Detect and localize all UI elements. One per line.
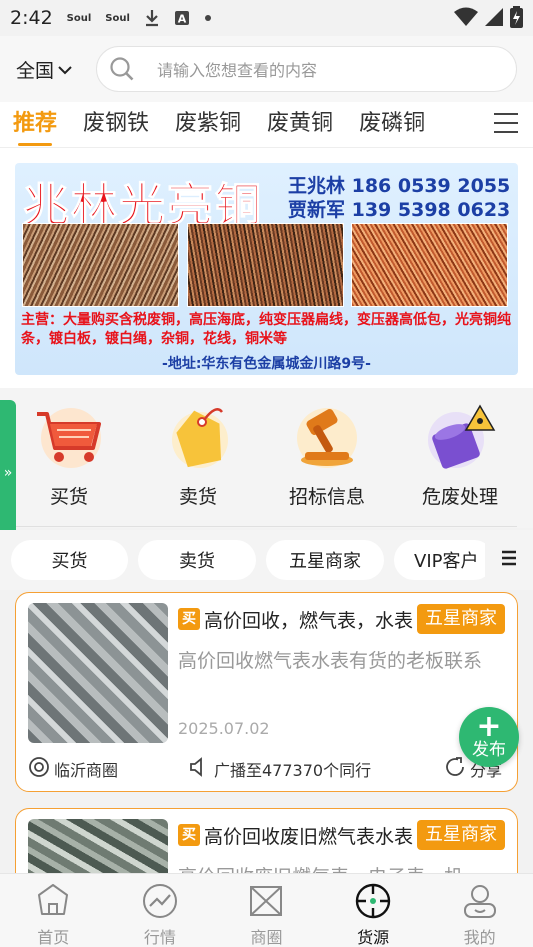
speaker-icon: [188, 756, 210, 782]
download-icon: [144, 9, 160, 27]
filter-chips: 买货 卖货 五星商家 VIP客户: [0, 530, 533, 590]
copper-wire-photo: [187, 223, 344, 307]
region-selector[interactable]: 全国: [16, 56, 92, 83]
quick-hazard-label: 危废处理: [421, 486, 498, 508]
circle-icon: [28, 756, 50, 782]
menu-icon: [501, 550, 517, 570]
tab-scrap-red-copper[interactable]: 废紫铜: [162, 102, 254, 147]
status-bar: 2:42 Soul Soul A: [0, 0, 533, 36]
buy-tag: 买: [178, 824, 200, 846]
quick-actions: 买货 卖货 招标信息 危废处理: [0, 388, 533, 528]
five-star-badge: 五星商家: [417, 820, 505, 850]
tab-scrap-phosphor-copper[interactable]: 废磷铜: [346, 102, 438, 147]
search-row: 全国 请输入您想查看的内容: [0, 36, 533, 102]
banner-address: -地址:华东有色金属城金川路9号-: [162, 356, 371, 372]
quick-tender-label: 招标信息: [288, 486, 365, 508]
quick-buy-label: 买货: [49, 486, 88, 508]
battery-icon: [510, 6, 523, 32]
trend-chart-icon: [141, 882, 179, 920]
font-app-icon: A: [174, 10, 190, 26]
nav-circle-label: 商圈: [250, 928, 283, 947]
signal-icon: [484, 7, 504, 31]
chip-five-star[interactable]: 五星商家: [266, 540, 384, 580]
banner-contact-2: 贾新军 139 5398 0623: [288, 199, 511, 221]
home-icon: [34, 882, 72, 920]
share-icon: [444, 756, 466, 782]
nav-profile-label: 我的: [463, 928, 496, 947]
nav-supply[interactable]: 货源: [320, 874, 427, 947]
category-tabs: 推荐 废钢铁 废紫铜 废黄铜 废磷铜: [0, 102, 533, 148]
publish-button[interactable]: + 发布: [459, 707, 519, 767]
listing-date: 2025.07.02: [178, 719, 270, 738]
tab-recommend[interactable]: 推荐: [0, 102, 70, 147]
status-time: 2:42: [10, 7, 53, 29]
broadcast-info: 广播至477370个同行: [188, 756, 371, 782]
tab-scrap-steel[interactable]: 废钢铁: [70, 102, 162, 147]
bottom-nav: 首页 行情 商圈 货源 我的: [0, 873, 533, 947]
ad-banner[interactable]: 兆林光亮铜 王兆林 186 0539 2055 贾新军 139 5398 062…: [15, 163, 518, 375]
tab-menu-button[interactable]: [479, 102, 533, 147]
wifi-icon: [454, 7, 478, 31]
search-placeholder: 请输入您想查看的内容: [157, 61, 318, 80]
copper-wire-photo: [351, 223, 508, 307]
listing-title: 高价回收废旧燃气表水表: [204, 826, 414, 848]
business-circle-label: 临沂商圈: [54, 761, 119, 780]
five-star-badge: 五星商家: [417, 604, 505, 634]
banner-contact-1: 王兆林 186 0539 2055: [288, 175, 511, 197]
side-drawer-handle[interactable]: »: [0, 400, 16, 546]
nav-home[interactable]: 首页: [0, 874, 107, 947]
chip-buy[interactable]: 买货: [11, 540, 128, 580]
chip-sell[interactable]: 卖货: [138, 540, 256, 580]
svg-text:A: A: [178, 13, 187, 26]
nav-market-label: 行情: [143, 928, 176, 947]
broadcast-label: 广播至477370个同行: [214, 761, 372, 780]
search-icon: [109, 56, 135, 82]
chips-menu-button[interactable]: [485, 540, 533, 580]
hazard-barrel-icon: [422, 402, 498, 472]
auction-hammer-icon: [289, 402, 365, 472]
banner-description: 主营：大量购买含税废铜，高压海底，纯变压器扁线，变压器高低包，光亮铜纯条，镀白板…: [21, 312, 511, 347]
publish-label: 发布: [472, 740, 506, 760]
copper-wire-photo: [22, 223, 179, 307]
banner-section: 兆林光亮铜 王兆林 186 0539 2055 贾新军 139 5398 062…: [0, 148, 533, 388]
nav-circle[interactable]: 商圈: [213, 874, 320, 947]
quick-tender[interactable]: 招标信息: [277, 402, 377, 509]
listing-footer: 临沂商圈 广播至477370个同行 分享: [16, 748, 517, 790]
plus-icon: +: [476, 709, 502, 744]
business-circle-link[interactable]: 临沂商圈: [28, 756, 118, 782]
menu-icon: [493, 112, 519, 138]
search-input[interactable]: 请输入您想查看的内容: [96, 46, 517, 92]
buy-tag: 买: [178, 608, 200, 630]
user-icon: [461, 882, 499, 920]
chevron-down-icon: [58, 58, 72, 80]
nav-profile[interactable]: 我的: [426, 874, 533, 947]
soul-notification: Soul: [66, 12, 92, 24]
nav-supply-label: 货源: [357, 928, 390, 947]
quick-sell[interactable]: 卖货: [148, 402, 248, 509]
network-icon: [247, 882, 285, 920]
quick-buy[interactable]: 买货: [19, 402, 119, 509]
crosshair-icon: [354, 882, 392, 920]
dot-icon: [204, 14, 212, 22]
listing-description: 高价回收燃气表水表有货的老板联系: [178, 650, 483, 672]
quick-hazard[interactable]: 危废处理: [410, 402, 510, 509]
nav-home-label: 首页: [37, 928, 70, 947]
listing-title: 高价回收，燃气表，水表: [204, 610, 414, 632]
listing-photo: [28, 603, 168, 743]
quick-sell-label: 卖货: [178, 486, 217, 508]
price-tag-icon: [160, 402, 236, 472]
divider: [16, 526, 517, 527]
listing-card[interactable]: 买 高价回收，燃气表，水表 五星商家 高价回收燃气表水表有货的老板联系 2025…: [15, 592, 518, 792]
chip-vip[interactable]: VIP客户: [394, 540, 494, 580]
soul-notification: Soul: [105, 12, 130, 24]
nav-market[interactable]: 行情: [107, 874, 214, 947]
shopping-basket-icon: [31, 402, 107, 472]
region-label: 全国: [16, 59, 55, 82]
tab-scrap-brass[interactable]: 废黄铜: [254, 102, 346, 147]
